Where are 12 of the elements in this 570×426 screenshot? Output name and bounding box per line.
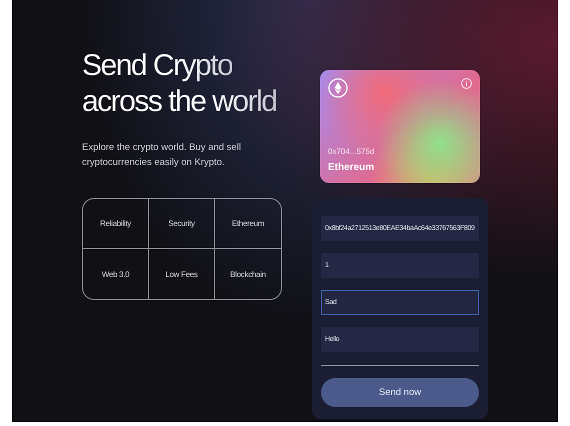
feature-cell: Low Fees (149, 249, 215, 299)
info-icon[interactable] (461, 78, 472, 89)
feature-cell: Security (149, 199, 215, 249)
send-button[interactable]: Send now (321, 378, 479, 407)
wallet-address: 0x704...575d (328, 147, 376, 156)
network-name: Ethereum (328, 162, 376, 173)
feature-cell-text: Blockchain (229, 268, 267, 280)
ethereum-icon (328, 78, 348, 98)
hero-subtitle: Explore the crypto world. Buy and sell cryptocurrencies easily on Krypto. (82, 141, 242, 170)
feature-cell: Web 3.0 (83, 249, 149, 299)
feature-cell: Reliability (83, 199, 149, 249)
feature-cell: Ethereum (215, 199, 281, 249)
